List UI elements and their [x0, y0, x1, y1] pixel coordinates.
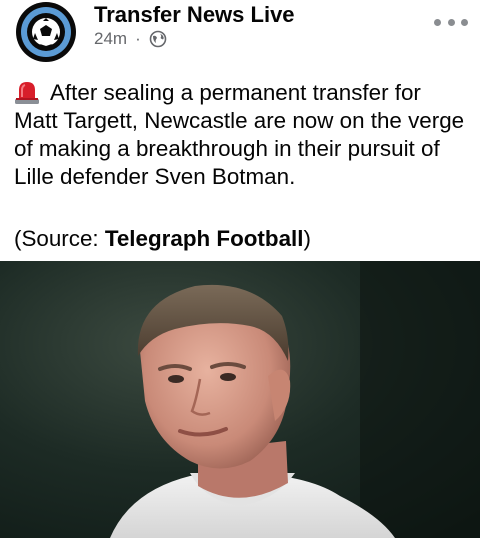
post-timestamp[interactable]: 24m: [94, 29, 127, 49]
more-dot: [447, 18, 455, 26]
page-name[interactable]: Transfer News Live: [94, 2, 295, 28]
meta-separator: ·: [135, 29, 141, 48]
post-body: After sealing a permanent transfer for M…: [14, 79, 469, 191]
more-dot: [434, 18, 441, 26]
post-body-text: After sealing a permanent transfer for M…: [14, 80, 465, 189]
post-source: (Source: Telegraph Football): [14, 225, 311, 253]
post-meta: 24m ·: [94, 29, 167, 49]
page-avatar[interactable]: [12, 0, 80, 64]
player-photo: [0, 261, 480, 538]
globe-icon[interactable]: [149, 30, 167, 48]
police-siren-emoji: [15, 82, 39, 104]
source-prefix: (Source:: [14, 226, 105, 251]
source-suffix: ): [303, 226, 311, 251]
source-name[interactable]: Telegraph Football: [105, 226, 304, 251]
post-photo[interactable]: [0, 261, 480, 538]
more-options-icon[interactable]: [434, 12, 468, 32]
more-dot: [461, 18, 468, 26]
post-header: Transfer News Live 24m ·: [0, 0, 480, 70]
